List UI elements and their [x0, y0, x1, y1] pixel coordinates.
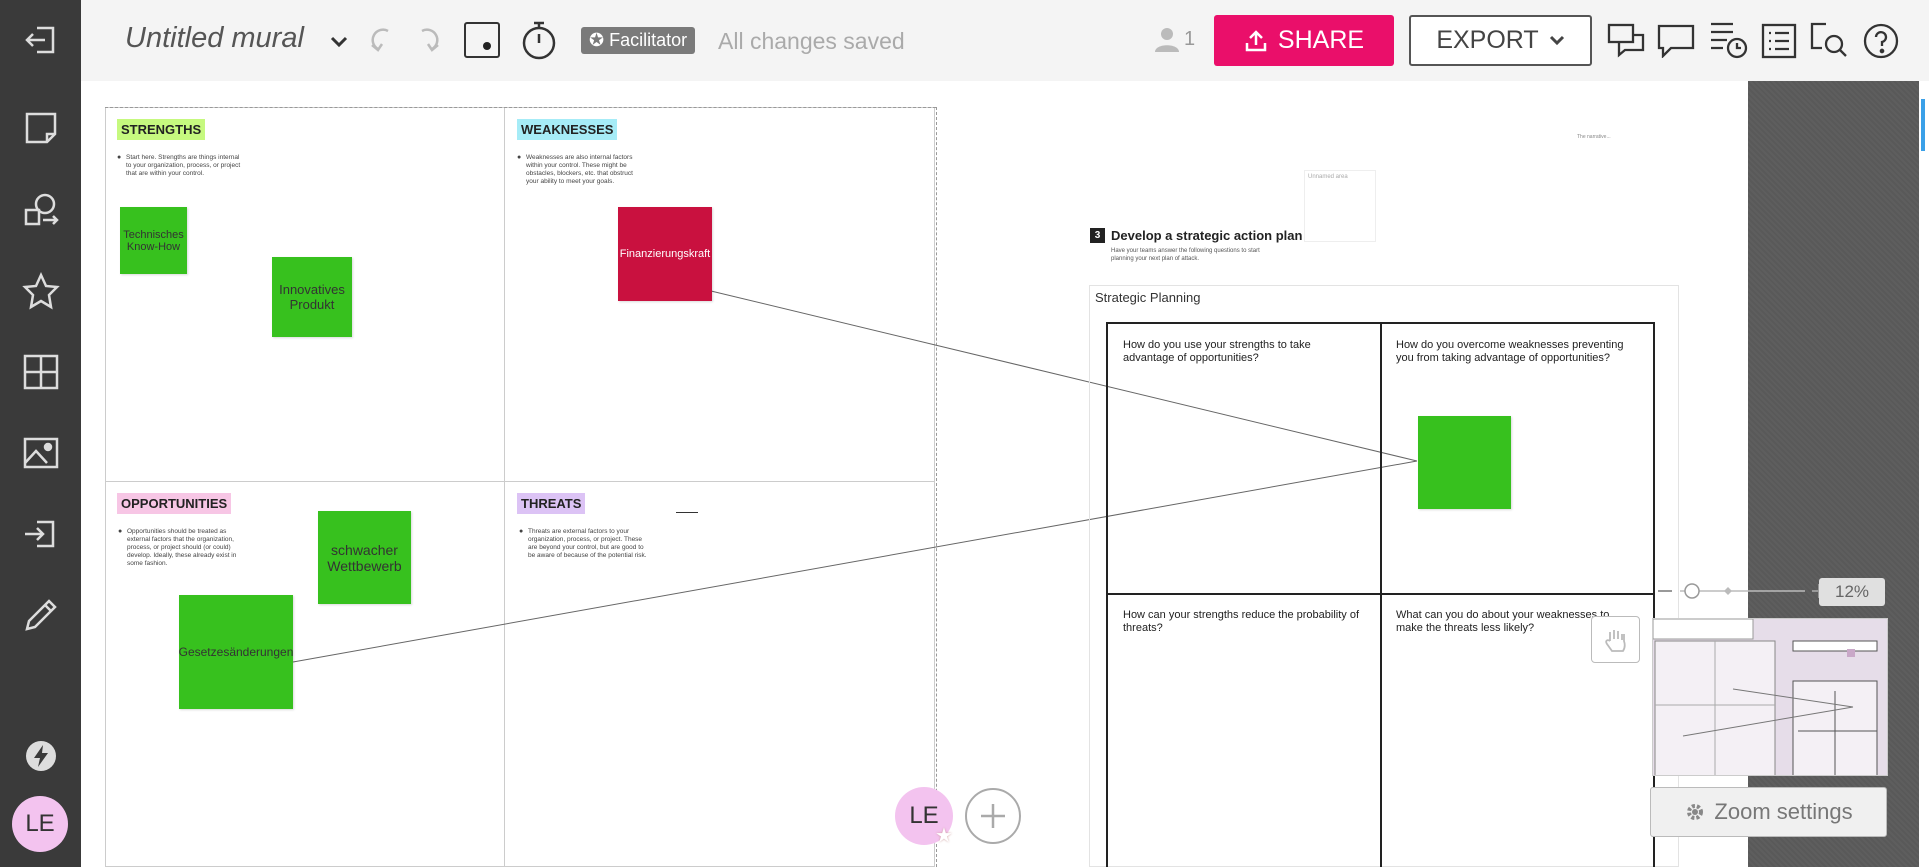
- save-status: All changes saved: [718, 28, 905, 54]
- pencil-icon[interactable]: [0, 585, 81, 645]
- step-description: Have your teams answer the following que…: [1111, 248, 1260, 262]
- online-users[interactable]: 1: [1153, 25, 1195, 53]
- search-icon[interactable]: [1809, 21, 1849, 61]
- question-st: How can your strengths reduce the probab…: [1123, 609, 1360, 634]
- strategic-planning-title: Strategic Planning: [1095, 290, 1201, 305]
- shapes-icon[interactable]: [0, 180, 81, 240]
- hand-icon: [1604, 629, 1626, 652]
- step-header: 3 Develop a strategic action plan: [1090, 228, 1302, 243]
- upload-icon: [1245, 29, 1267, 51]
- vertical-scrollbar[interactable]: [1919, 81, 1929, 867]
- zoom-settings-button[interactable]: Zoom settings: [1650, 787, 1887, 837]
- export-button[interactable]: EXPORT: [1409, 15, 1592, 66]
- activity-icon[interactable]: [1708, 19, 1750, 61]
- sticky-note[interactable]: Gesetzesänderungen: [179, 595, 293, 709]
- redo-icon[interactable]: [411, 25, 441, 55]
- settings-icon: ✪: [589, 30, 605, 50]
- facilitator-label: Facilitator: [609, 30, 688, 50]
- user-avatar[interactable]: LE: [12, 796, 68, 852]
- gear-icon: [1687, 804, 1704, 820]
- sticky-note-empty[interactable]: [1418, 416, 1511, 509]
- minimap[interactable]: [1652, 618, 1888, 776]
- sticky-note-icon[interactable]: [0, 98, 81, 158]
- strategic-planning-grid: How do you use your strengths to take ad…: [1106, 322, 1655, 867]
- top-bar: Untitled mural ✪ Facilitator All changes…: [81, 0, 1929, 81]
- facilitator-badge[interactable]: ✪ Facilitator: [581, 27, 696, 54]
- mural-title[interactable]: Untitled mural: [125, 22, 304, 55]
- lightning-icon[interactable]: [0, 726, 81, 786]
- star-icon: ★: [935, 825, 953, 847]
- image-icon[interactable]: [0, 423, 81, 483]
- tiny-text: The narrative...: [1577, 134, 1611, 140]
- import-icon[interactable]: [0, 504, 81, 564]
- outline-list-icon[interactable]: [1759, 21, 1799, 61]
- unnamed-area[interactable]: Unnamed area: [1304, 170, 1376, 242]
- user-count-value: 1: [1184, 27, 1196, 50]
- question-wo: How do you overcome weaknesses preventin…: [1396, 339, 1624, 364]
- chat-icon[interactable]: [1606, 21, 1646, 61]
- sticky-note[interactable]: Technisches Know-How: [120, 207, 187, 274]
- scrollbar-thumb[interactable]: [1921, 99, 1925, 151]
- star-icon[interactable]: [0, 261, 81, 321]
- frameworks-icon[interactable]: [0, 342, 81, 402]
- question-so: How do you use your strengths to take ad…: [1123, 339, 1311, 364]
- exit-icon[interactable]: [0, 10, 81, 70]
- step-number: 3: [1090, 228, 1105, 243]
- sticky-note[interactable]: Innovatives Produkt: [272, 257, 352, 337]
- sticky-note[interactable]: schwacher Wettbewerb: [318, 511, 411, 604]
- zoom-settings-label: Zoom settings: [1714, 799, 1853, 824]
- sticky-note[interactable]: Finanzierungskraft: [618, 207, 712, 301]
- comment-icon[interactable]: [1656, 21, 1696, 61]
- share-button[interactable]: SHARE: [1214, 15, 1394, 66]
- timer-icon[interactable]: [519, 20, 559, 60]
- plus-icon: [981, 804, 1005, 828]
- step-title: Develop a strategic action plan: [1111, 228, 1303, 243]
- chevron-down-icon: [1549, 35, 1564, 46]
- share-label: SHARE: [1277, 26, 1365, 54]
- hand-tool-button[interactable]: [1591, 616, 1640, 663]
- outline-icon[interactable]: [464, 22, 500, 58]
- add-collaborator-button[interactable]: [965, 788, 1021, 844]
- export-label: EXPORT: [1436, 26, 1539, 54]
- chevron-down-icon[interactable]: [324, 27, 354, 57]
- undo-icon[interactable]: [369, 25, 399, 55]
- user-icon: [1155, 28, 1179, 52]
- zoom-percent[interactable]: 12%: [1819, 578, 1885, 606]
- help-icon[interactable]: [1861, 21, 1901, 61]
- left-sidebar: LE: [0, 0, 81, 867]
